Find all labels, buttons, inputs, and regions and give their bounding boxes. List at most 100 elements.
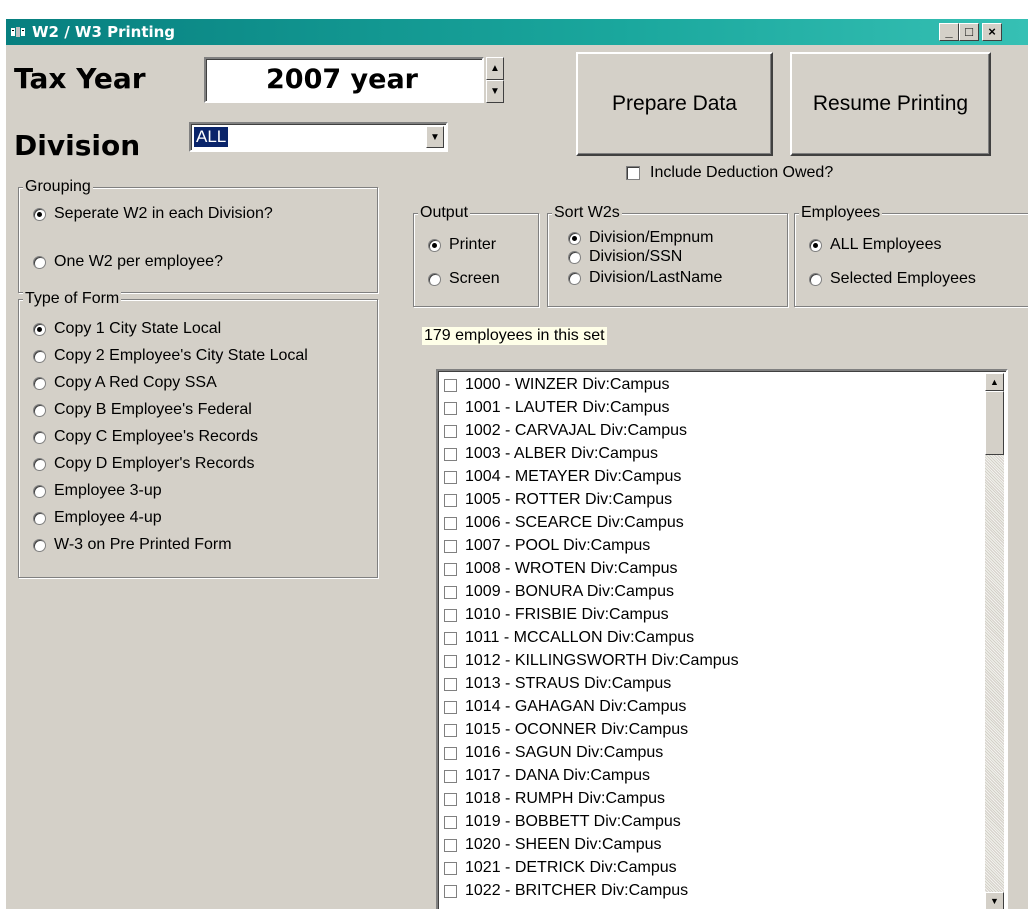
radio-button[interactable] — [428, 238, 441, 252]
list-item[interactable]: 1019 - BOBBETT Div:Campus — [444, 813, 681, 831]
list-item[interactable]: 1000 - WINZER Div:Campus — [444, 376, 670, 394]
resume-printing-button[interactable]: Resume Printing — [790, 52, 991, 156]
sort-lastname-radio[interactable]: Division/LastName — [568, 270, 722, 286]
copy-b-radio[interactable]: Copy B Employee's Federal — [33, 401, 252, 419]
list-item-checkbox[interactable] — [444, 470, 457, 484]
copy-2-radio[interactable]: Copy 2 Employee's City State Local — [33, 347, 308, 365]
list-item-checkbox[interactable] — [444, 378, 457, 392]
separate-w2-radio[interactable]: Seperate W2 in each Division? — [33, 205, 273, 223]
radio-button[interactable] — [33, 322, 46, 336]
list-item[interactable]: 1021 - DETRICK Div:Campus — [444, 859, 677, 877]
list-item[interactable]: 1017 - DANA Div:Campus — [444, 767, 650, 785]
scroll-up-button[interactable]: ▲ — [985, 373, 1004, 391]
radio-button[interactable] — [33, 376, 46, 390]
list-item-checkbox[interactable] — [444, 769, 457, 783]
list-item[interactable]: 1015 - OCONNER Div:Campus — [444, 721, 688, 739]
employee-3up-radio[interactable]: Employee 3-up — [33, 482, 162, 500]
title-bar[interactable]: W2 / W3 Printing _ □ × — [6, 19, 1028, 45]
all-employees-radio[interactable]: ALL Employees — [809, 236, 941, 254]
list-item-checkbox[interactable] — [444, 585, 457, 599]
list-item-checkbox[interactable] — [444, 815, 457, 829]
list-item-checkbox[interactable] — [444, 746, 457, 760]
include-deduction-checkbox[interactable]: Include Deduction Owed? — [626, 164, 833, 182]
list-item-checkbox[interactable] — [444, 539, 457, 553]
radio-button[interactable] — [33, 403, 46, 417]
vertical-scrollbar[interactable]: ▲ ▼ — [985, 373, 1004, 909]
list-item-checkbox[interactable] — [444, 424, 457, 438]
chevron-down-icon[interactable]: ▼ — [426, 126, 444, 148]
list-item-checkbox[interactable] — [444, 608, 457, 622]
list-item-checkbox[interactable] — [444, 631, 457, 645]
radio-button[interactable] — [568, 250, 581, 264]
list-item[interactable]: 1013 - STRAUS Div:Campus — [444, 675, 671, 693]
radio-button[interactable] — [33, 207, 46, 221]
close-button[interactable]: × — [982, 23, 1002, 41]
w3-radio[interactable]: W-3 on Pre Printed Form — [33, 536, 232, 554]
printer-radio[interactable]: Printer — [428, 236, 496, 254]
tax-year-field[interactable]: 2007 year — [204, 57, 484, 103]
list-item-checkbox[interactable] — [444, 723, 457, 737]
radio-button[interactable] — [809, 272, 822, 286]
list-item[interactable]: 1020 - SHEEN Div:Campus — [444, 836, 662, 854]
list-item-checkbox[interactable] — [444, 700, 457, 714]
radio-button[interactable] — [33, 255, 46, 269]
maximize-button[interactable]: □ — [959, 23, 979, 41]
list-item[interactable]: 1012 - KILLINGSWORTH Div:Campus — [444, 652, 739, 670]
radio-button[interactable] — [33, 457, 46, 471]
list-item[interactable]: 1018 - RUMPH Div:Campus — [444, 790, 665, 808]
list-item[interactable]: 1002 - CARVAJAL Div:Campus — [444, 422, 687, 440]
list-item[interactable]: 1003 - ALBER Div:Campus — [444, 445, 658, 463]
list-item[interactable]: 1022 - BRITCHER Div:Campus — [444, 882, 688, 900]
list-item-checkbox[interactable] — [444, 516, 457, 530]
division-dropdown[interactable]: ALL ▼ — [189, 122, 448, 152]
list-item[interactable]: 1007 - POOL Div:Campus — [444, 537, 650, 555]
sort-ssn-radio[interactable]: Division/SSN — [568, 249, 682, 265]
minimize-button[interactable]: _ — [939, 23, 959, 41]
checkbox-box[interactable] — [626, 166, 640, 180]
list-item-checkbox[interactable] — [444, 401, 457, 415]
list-item[interactable]: 1006 - SCEARCE Div:Campus — [444, 514, 684, 532]
radio-button[interactable] — [809, 238, 822, 252]
screen-radio[interactable]: Screen — [428, 270, 500, 288]
employee-4up-radio[interactable]: Employee 4-up — [33, 509, 162, 527]
list-item[interactable]: 1005 - ROTTER Div:Campus — [444, 491, 672, 509]
scroll-thumb[interactable] — [985, 391, 1004, 455]
radio-button[interactable] — [428, 272, 441, 286]
radio-button[interactable] — [568, 271, 581, 285]
list-item-checkbox[interactable] — [444, 654, 457, 668]
sort-empnum-radio[interactable]: Division/Empnum — [568, 230, 713, 246]
list-item[interactable]: 1004 - METAYER Div:Campus — [444, 468, 681, 486]
list-item-checkbox[interactable] — [444, 884, 457, 898]
list-item[interactable]: 1016 - SAGUN Div:Campus — [444, 744, 663, 762]
copy-c-radio[interactable]: Copy C Employee's Records — [33, 428, 258, 446]
list-item[interactable]: 1001 - LAUTER Div:Campus — [444, 399, 670, 417]
list-item-checkbox[interactable] — [444, 677, 457, 691]
radio-button[interactable] — [33, 349, 46, 363]
scroll-down-button[interactable]: ▼ — [985, 892, 1004, 909]
list-item[interactable]: 1009 - BONURA Div:Campus — [444, 583, 674, 601]
list-item[interactable]: 1008 - WROTEN Div:Campus — [444, 560, 678, 578]
list-item-checkbox[interactable] — [444, 792, 457, 806]
one-w2-radio[interactable]: One W2 per employee? — [33, 253, 223, 271]
radio-button[interactable] — [33, 430, 46, 444]
radio-button[interactable] — [33, 484, 46, 498]
list-item-checkbox[interactable] — [444, 447, 457, 461]
selected-employees-radio[interactable]: Selected Employees — [809, 270, 976, 288]
year-down-button[interactable]: ▼ — [486, 80, 504, 103]
list-item[interactable]: 1011 - MCCALLON Div:Campus — [444, 629, 694, 647]
list-item[interactable]: 1014 - GAHAGAN Div:Campus — [444, 698, 686, 716]
list-item-checkbox[interactable] — [444, 861, 457, 875]
radio-button[interactable] — [33, 538, 46, 552]
list-item-checkbox[interactable] — [444, 493, 457, 507]
radio-button[interactable] — [568, 231, 581, 245]
list-item-checkbox[interactable] — [444, 838, 457, 852]
radio-button[interactable] — [33, 511, 46, 525]
copy-a-radio[interactable]: Copy A Red Copy SSA — [33, 374, 217, 392]
employee-list[interactable]: 1000 - WINZER Div:Campus 1001 - LAUTER Di… — [436, 369, 1008, 909]
list-item-checkbox[interactable] — [444, 562, 457, 576]
list-item[interactable]: 1010 - FRISBIE Div:Campus — [444, 606, 669, 624]
copy-d-radio[interactable]: Copy D Employer's Records — [33, 455, 254, 473]
prepare-data-button[interactable]: Prepare Data — [576, 52, 773, 156]
year-up-button[interactable]: ▲ — [486, 57, 504, 80]
copy-1-radio[interactable]: Copy 1 City State Local — [33, 320, 221, 338]
